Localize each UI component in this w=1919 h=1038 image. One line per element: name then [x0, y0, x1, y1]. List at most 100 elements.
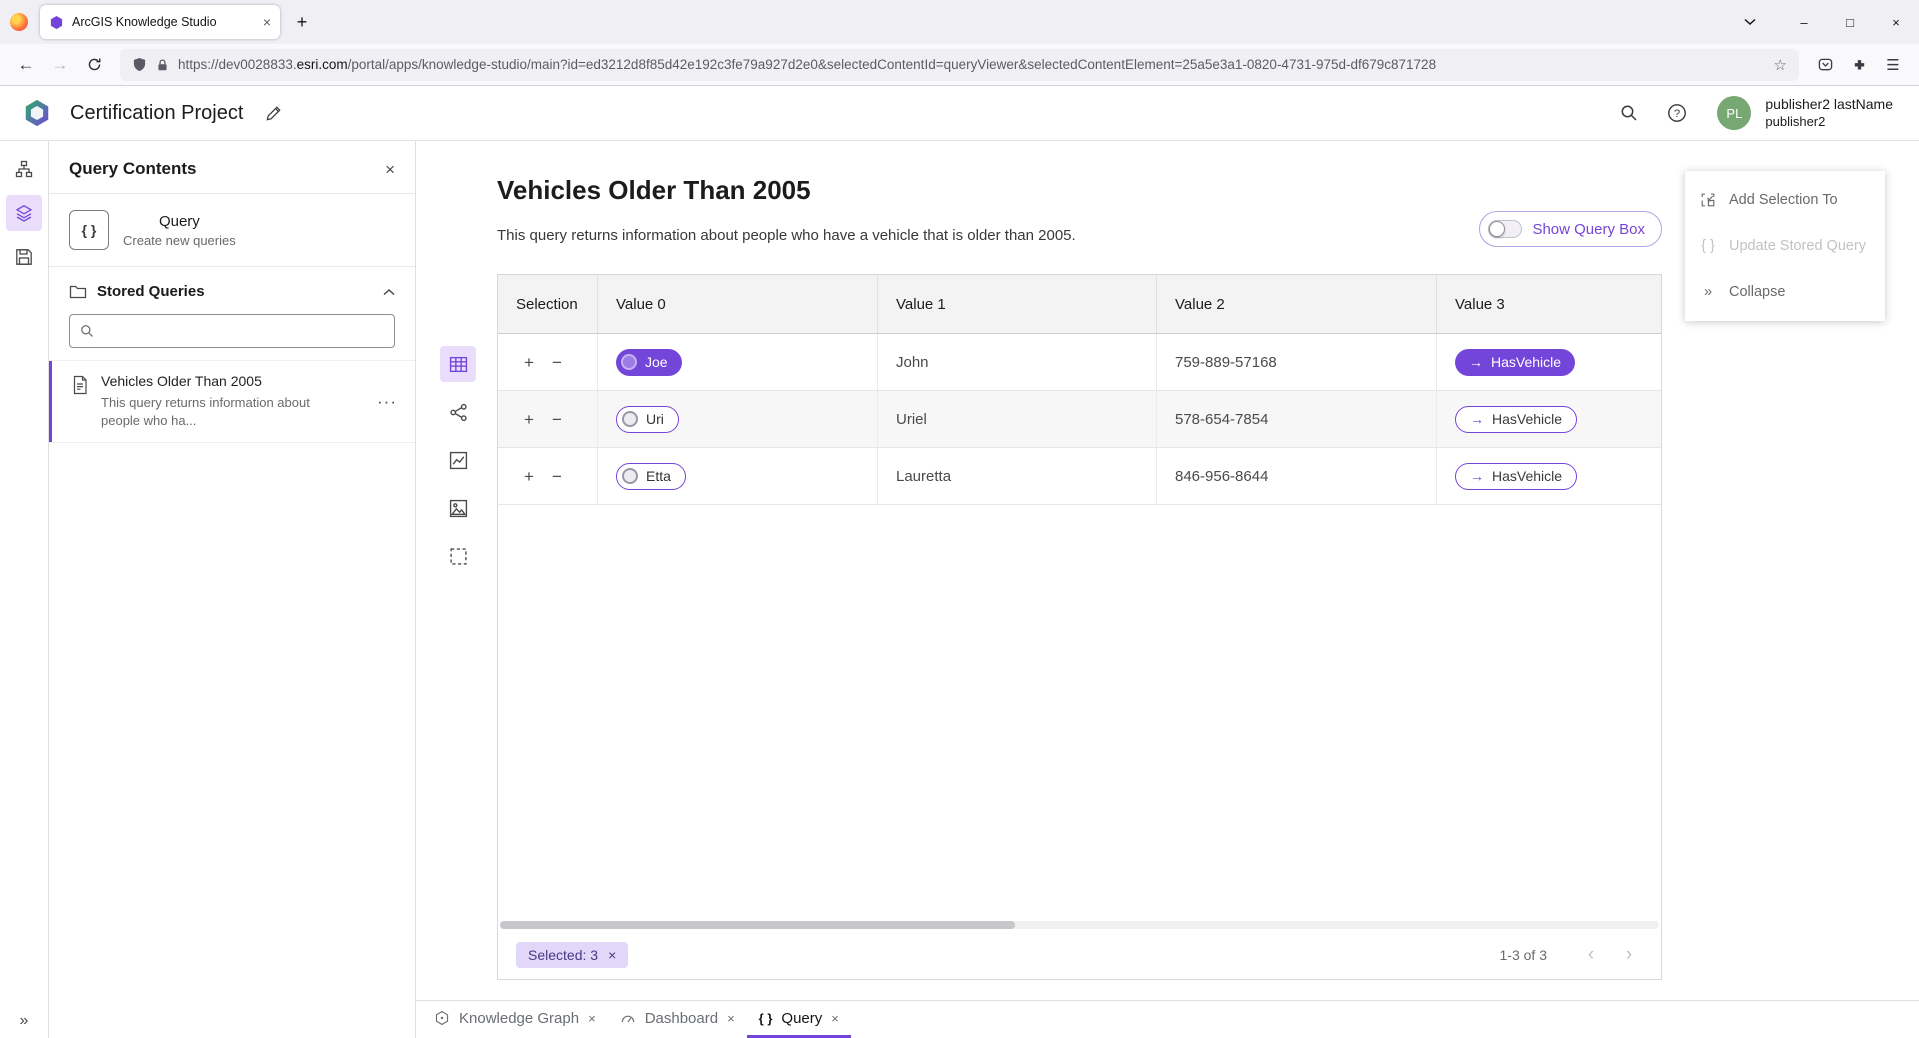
column-header-value3[interactable]: Value 3	[1437, 275, 1661, 333]
chart-view-icon[interactable]	[440, 442, 476, 478]
column-header-value0[interactable]: Value 0	[598, 275, 878, 333]
query-description: This query returns information about peo…	[497, 227, 1076, 244]
screen: ArcGIS Knowledge Studio × + – □ × ← → ht…	[0, 0, 1919, 1038]
table-empty-area	[498, 505, 1661, 919]
tab-close-icon[interactable]: ×	[831, 1012, 839, 1025]
stored-queries-search-input[interactable]	[102, 323, 384, 339]
relationship-pill[interactable]: → HasVehicle	[1455, 406, 1577, 433]
map-view-icon[interactable]	[440, 490, 476, 526]
relationship-pill[interactable]: → HasVehicle	[1455, 463, 1577, 490]
table-view-icon[interactable]	[440, 346, 476, 382]
menu-hamburger-icon[interactable]: ☰	[1877, 49, 1909, 81]
cell-text: Lauretta	[896, 468, 951, 485]
app-header: Certification Project ? PL publisher2 la…	[0, 86, 1919, 141]
rail-item-layers[interactable]	[6, 195, 42, 231]
query-title: Vehicles Older Than 2005	[497, 175, 811, 206]
selected-count-label: Selected: 3	[528, 947, 598, 963]
avatar[interactable]: PL	[1717, 96, 1751, 130]
tab-query[interactable]: { } Query ×	[747, 1001, 851, 1038]
entity-dot-icon	[622, 411, 638, 427]
selected-count-chip[interactable]: Selected: 3 ×	[516, 942, 628, 968]
stored-queries-search	[69, 314, 395, 348]
browser-tab[interactable]: ArcGIS Knowledge Studio ×	[40, 5, 280, 39]
edit-title-button[interactable]	[255, 95, 291, 131]
left-icon-rail: »	[0, 141, 49, 1038]
address-bar[interactable]: https://dev0028833.esri.com/portal/apps/…	[120, 49, 1799, 81]
pocket-icon[interactable]	[1809, 49, 1841, 81]
bookmark-star-icon[interactable]: ☆	[1774, 56, 1787, 74]
new-query-item[interactable]: { } Query Create new queries	[49, 194, 415, 267]
tab-close-icon[interactable]: ×	[588, 1012, 596, 1025]
scrollbar-thumb[interactable]	[500, 921, 1015, 929]
tab-dashboard[interactable]: Dashboard ×	[608, 1001, 747, 1038]
entity-pill[interactable]: Uri	[616, 406, 679, 433]
show-query-box-toggle[interactable]: Show Query Box	[1479, 211, 1662, 247]
stored-query-item[interactable]: Vehicles Older Than 2005 This query retu…	[49, 360, 415, 443]
list-all-tabs-button[interactable]	[1733, 0, 1767, 44]
expand-rail-button[interactable]: »	[0, 1012, 48, 1030]
panel-close-icon[interactable]: ×	[385, 161, 395, 178]
add-selection-icon[interactable]: +	[524, 354, 534, 371]
chevron-up-icon[interactable]	[383, 288, 395, 296]
value3-cell: → HasVehicle	[1437, 448, 1661, 504]
stored-query-title: Vehicles Older Than 2005	[101, 373, 361, 389]
value2-cell: 578-654-7854	[1157, 391, 1437, 447]
pagination-label: 1-3 of 3	[1500, 947, 1547, 963]
toggle-switch[interactable]	[1488, 220, 1522, 238]
new-tab-button[interactable]: +	[286, 6, 318, 38]
column-header-value1[interactable]: Value 1	[878, 275, 1157, 333]
dashboard-icon	[620, 1010, 636, 1026]
clear-selection-icon[interactable]: ×	[608, 948, 616, 962]
window-maximize-button[interactable]: □	[1827, 0, 1873, 44]
remove-selection-icon[interactable]: −	[552, 468, 562, 485]
menu-item-add-selection-to[interactable]: Add Selection To	[1685, 177, 1885, 223]
arrow-right-icon: →	[1470, 468, 1484, 484]
tab-close-icon[interactable]: ×	[263, 15, 271, 29]
selection-cell: + −	[498, 334, 598, 390]
item-options-icon[interactable]: ···	[373, 392, 401, 412]
extensions-icon[interactable]	[1843, 49, 1875, 81]
back-button[interactable]: ←	[10, 49, 42, 81]
relationship-pill[interactable]: → HasVehicle	[1455, 349, 1575, 376]
show-query-box-label: Show Query Box	[1532, 221, 1645, 238]
previous-page-icon[interactable]: ‹	[1577, 941, 1605, 969]
rail-item-save[interactable]	[6, 239, 42, 275]
reload-button[interactable]	[78, 49, 110, 81]
column-header-selection[interactable]: Selection	[498, 275, 598, 333]
window-minimize-button[interactable]: –	[1781, 0, 1827, 44]
forward-button[interactable]: →	[44, 49, 76, 81]
remove-selection-icon[interactable]: −	[552, 354, 562, 371]
cell-text: 578-654-7854	[1175, 411, 1268, 428]
tab-close-icon[interactable]: ×	[727, 1012, 735, 1025]
rail-item-data-model[interactable]	[6, 151, 42, 187]
menu-item-collapse[interactable]: » Collapse	[1685, 269, 1885, 315]
add-selection-icon[interactable]: +	[524, 411, 534, 428]
next-page-icon[interactable]: ›	[1615, 941, 1643, 969]
column-header-value2[interactable]: Value 2	[1157, 275, 1437, 333]
stored-queries-header[interactable]: Stored Queries	[49, 267, 415, 310]
help-icon[interactable]: ?	[1659, 95, 1695, 131]
relationship-label: HasVehicle	[1492, 468, 1562, 484]
cell-text: John	[896, 354, 929, 371]
tab-title: ArcGIS Knowledge Studio	[72, 15, 255, 29]
link-chart-icon[interactable]	[440, 394, 476, 430]
new-query-text: Query Create new queries	[123, 213, 236, 248]
lock-icon[interactable]	[156, 58, 169, 72]
add-selection-icon[interactable]: +	[524, 468, 534, 485]
search-icon[interactable]	[1611, 95, 1647, 131]
value1-cell: Uriel	[878, 391, 1157, 447]
value3-cell: → HasVehicle	[1437, 334, 1661, 390]
select-marquee-icon[interactable]	[440, 538, 476, 574]
remove-selection-icon[interactable]: −	[552, 411, 562, 428]
tab-knowledge-graph[interactable]: Knowledge Graph ×	[422, 1001, 608, 1038]
value2-cell: 759-889-57168	[1157, 334, 1437, 390]
entity-pill[interactable]: Joe	[616, 349, 682, 376]
url-text: https://dev0028833.esri.com/portal/apps/…	[178, 57, 1765, 72]
arrow-right-icon: →	[1469, 354, 1483, 370]
tab-label: Knowledge Graph	[459, 1010, 579, 1027]
cell-text: Uriel	[896, 411, 927, 428]
menu-item-update-stored-query[interactable]: { } Update Stored Query	[1685, 223, 1885, 269]
tracking-shield-icon[interactable]	[132, 57, 147, 72]
window-close-button[interactable]: ×	[1873, 0, 1919, 44]
entity-pill[interactable]: Etta	[616, 463, 686, 490]
